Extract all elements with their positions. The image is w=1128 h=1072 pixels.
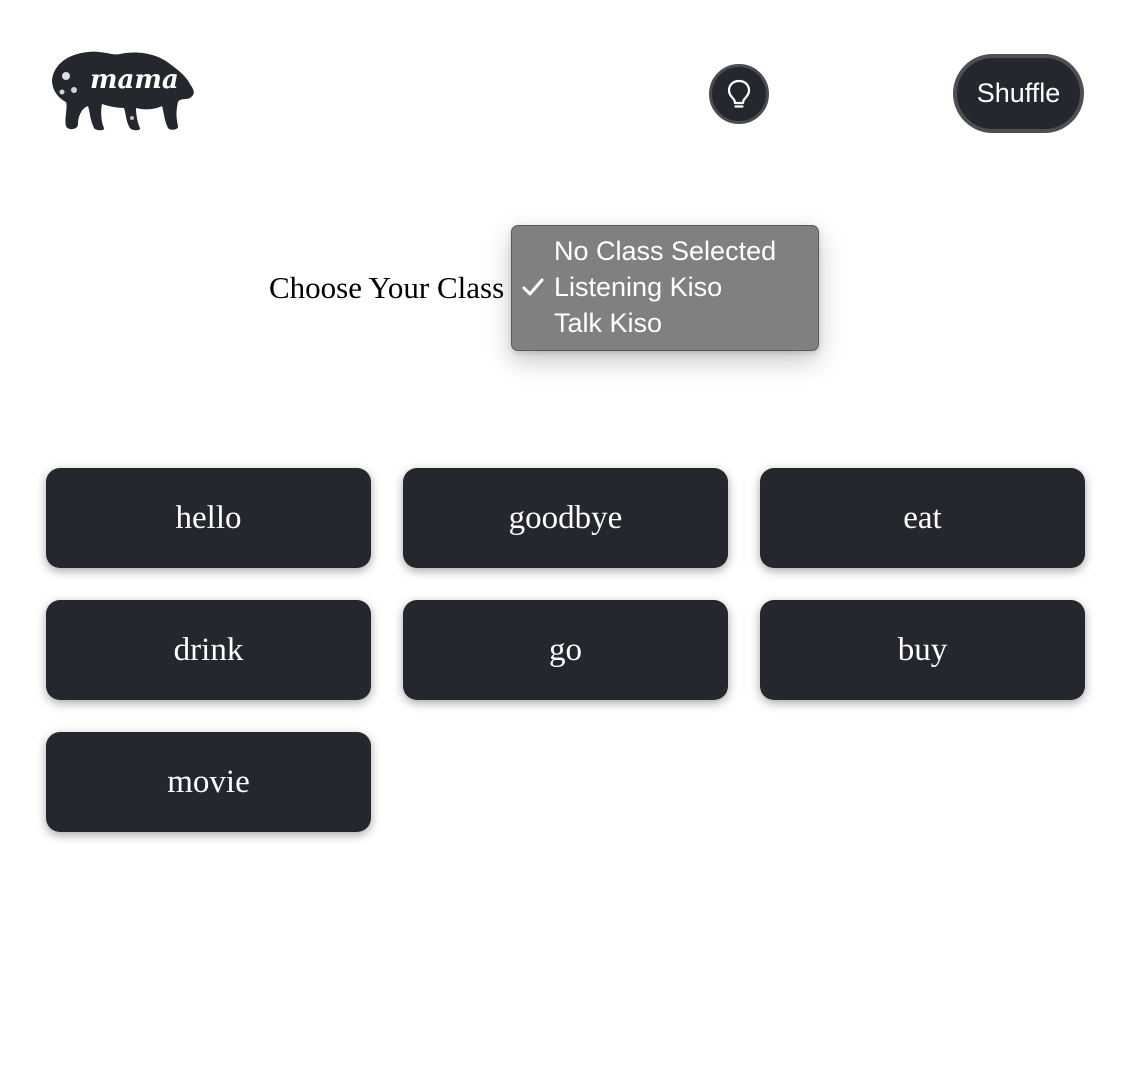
shuffle-button[interactable]: Shuffle xyxy=(953,54,1084,133)
option-no-class-selected[interactable]: No Class Selected xyxy=(512,233,818,269)
option-talk-kiso[interactable]: Talk Kiso xyxy=(512,305,818,341)
option-label: Listening Kiso xyxy=(554,272,723,302)
hint-button[interactable] xyxy=(709,64,769,124)
word-card-go[interactable]: go xyxy=(403,600,728,700)
word-card-movie[interactable]: movie xyxy=(46,732,371,832)
word-card-hello[interactable]: hello xyxy=(46,468,371,568)
word-card-goodbye[interactable]: goodbye xyxy=(403,468,728,568)
bear-icon: mama xyxy=(52,51,194,131)
word-card-buy[interactable]: buy xyxy=(760,600,1085,700)
option-label: Talk Kiso xyxy=(554,308,663,338)
svg-text:mama: mama xyxy=(90,65,179,95)
lightbulb-icon xyxy=(726,79,752,109)
word-card-grid: hello goodbye eat drink go buy movie xyxy=(46,468,1085,832)
class-select-dropdown[interactable]: No Class Selected Listening Kiso Talk Ki… xyxy=(511,225,819,351)
check-icon xyxy=(522,278,544,297)
option-listening-kiso[interactable]: Listening Kiso xyxy=(512,269,818,305)
option-label: No Class Selected xyxy=(554,236,777,266)
word-card-drink[interactable]: drink xyxy=(46,600,371,700)
mama-bear-logo: mama xyxy=(46,46,198,134)
word-card-eat[interactable]: eat xyxy=(760,468,1085,568)
class-select-label: Choose Your Class xyxy=(269,270,505,305)
